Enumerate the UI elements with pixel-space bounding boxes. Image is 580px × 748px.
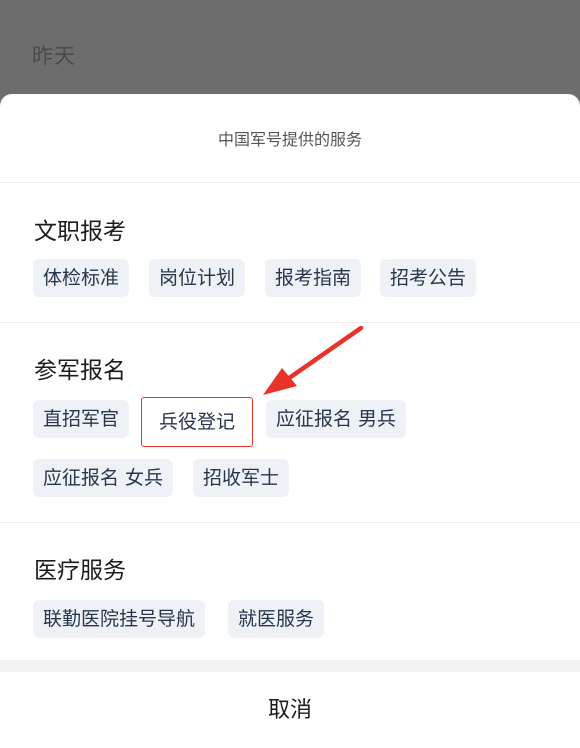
services-bottom-sheet: 中国军号提供的服务 文职报考 体检标准 岗位计划 报考指南 招考公告 参军报名 … (0, 94, 580, 748)
section-civilian-exam: 文职报考 体检标准 岗位计划 报考指南 招考公告 (0, 182, 580, 322)
chip-apply-female[interactable]: 应征报名 女兵 (33, 459, 174, 497)
cancel-button[interactable]: 取消 (0, 672, 580, 748)
chip-military-registration[interactable]: 兵役登记 (141, 397, 254, 447)
chip-hospital-navigation[interactable]: 联勤医院挂号导航 (33, 600, 206, 638)
chip-medical-service[interactable]: 就医服务 (228, 600, 325, 638)
sheet-title: 中国军号提供的服务 (0, 94, 580, 183)
chip-direct-officer[interactable]: 直招军官 (33, 400, 130, 438)
section-medical: 医疗服务 联勤医院挂号导航 就医服务 (0, 522, 580, 661)
separator (0, 660, 580, 672)
date-label: 昨天 (32, 44, 76, 68)
chip-apply-male[interactable]: 应征报名 男兵 (266, 400, 407, 438)
chip-recruit-notice[interactable]: 招考公告 (380, 259, 477, 297)
chip-post-plan[interactable]: 岗位计划 (149, 259, 246, 297)
chip-recruit-sergeant[interactable]: 招收军士 (193, 459, 290, 497)
chip-physical-standard[interactable]: 体检标准 (33, 259, 130, 297)
chip-exam-guide[interactable]: 报考指南 (265, 259, 362, 297)
section-title: 医疗服务 (34, 558, 126, 584)
section-enlistment: 参军报名 直招军官 兵役登记 应征报名 男兵 应征报名 女兵 招收军士 (0, 322, 580, 523)
section-title: 参军报名 (34, 358, 126, 384)
section-title: 文职报考 (34, 219, 126, 245)
